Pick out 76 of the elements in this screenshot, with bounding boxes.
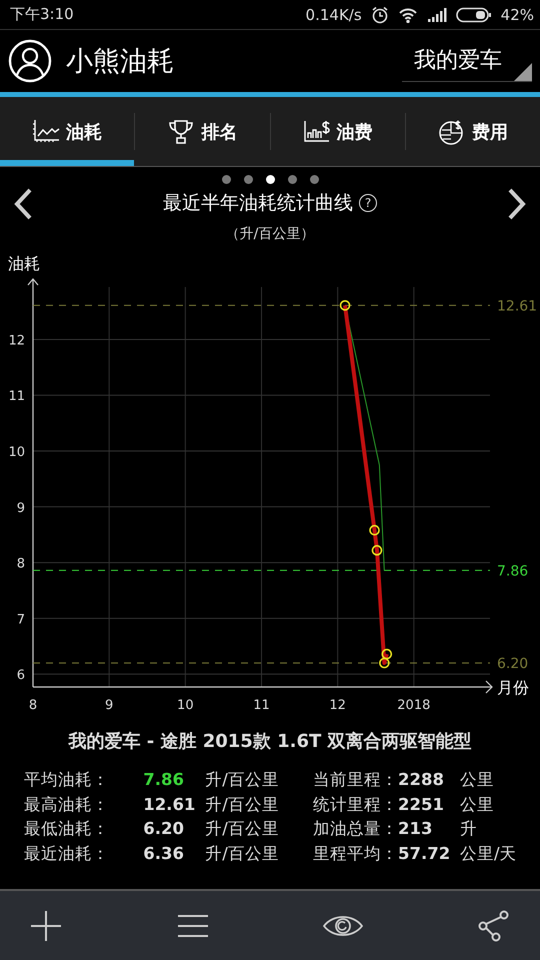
x-axis-label: 月份 (497, 678, 529, 697)
add-icon[interactable] (30, 910, 62, 942)
reference-label: 6.20 (497, 656, 528, 672)
battery-icon (456, 6, 492, 22)
chart-title: 最近半年油耗统计曲线 (163, 191, 353, 216)
chart-unit: （升/百公里） (224, 225, 316, 244)
network-speed: 0.14K/s (306, 6, 362, 24)
stat-unit: 升/百公里 (205, 842, 280, 864)
avatar-icon[interactable] (8, 39, 52, 83)
page-indicator-dot[interactable] (266, 175, 274, 184)
axis-tick-label: 11 (8, 389, 25, 404)
data-point (379, 658, 390, 668)
status-time: 下午3:10 (10, 5, 74, 24)
axis-tick-label: 10 (8, 445, 25, 460)
axis-tick-label: 9 (16, 500, 25, 516)
eye-icon[interactable] (323, 914, 364, 938)
stat-label: 最高油耗： (24, 794, 110, 816)
axis-tick-label: 2018 (397, 698, 430, 713)
data-point (382, 648, 392, 660)
page-indicator-dot[interactable] (288, 175, 296, 184)
stat-value: 12.61 (143, 794, 196, 816)
page-indicator-dot[interactable] (310, 175, 318, 184)
stat-value: 6.20 (143, 818, 185, 840)
help-icon[interactable]: ? (359, 194, 377, 212)
stat-unit: 升/百公里 (205, 794, 280, 816)
axis-tick-label: 11 (253, 698, 270, 713)
stat-label: 统计里程： (313, 794, 398, 816)
axis-tick-label: 12 (329, 698, 346, 713)
stat-value: 7.86 (143, 769, 185, 791)
tab[interactable]: 费用 (406, 97, 540, 166)
axis-tick-label: 8 (16, 556, 25, 572)
axis-tick-label: 12 (8, 333, 25, 348)
corner-triangle-icon (514, 62, 532, 80)
stat-label: 平均油耗： (24, 769, 110, 791)
alarm-icon (370, 6, 389, 24)
axis-tick-label: 6 (16, 668, 25, 684)
stat-unit: 公里 (460, 794, 495, 816)
axis-tick-label: 9 (105, 698, 114, 713)
stat-unit: 升/百公里 (205, 769, 280, 791)
stat-value: 213 (398, 818, 434, 840)
stat-unit: 升/百公里 (205, 818, 280, 840)
stat-value: 2251 (398, 794, 445, 816)
data-point (340, 300, 350, 311)
car-dropdown[interactable]: 我的爱车 (402, 40, 532, 82)
stat-label: 加油总量： (313, 818, 398, 840)
axis-tick-label: 10 (177, 698, 194, 713)
stat-label: 最近油耗： (24, 842, 110, 864)
stat-unit: 公里 (460, 769, 495, 791)
share-icon[interactable] (478, 910, 510, 942)
stat-value: 57.72 (398, 842, 452, 864)
tab[interactable]: 排名 (135, 97, 270, 166)
app-title: 小熊油耗 (66, 45, 175, 79)
stat-unit: 升 (460, 818, 478, 840)
battery-percent: 42% (500, 6, 534, 24)
signal-icon (426, 6, 447, 22)
page-indicator-dot[interactable] (222, 175, 230, 184)
stat-value: 2288 (398, 769, 445, 791)
data-point (369, 524, 380, 536)
axis-tick-label: 8 (28, 698, 38, 713)
reference-label: 12.61 (497, 298, 538, 314)
stat-label: 里程平均： (313, 842, 398, 864)
stat-unit: 公里/天 (460, 842, 517, 864)
trophy-icon (167, 118, 196, 146)
car-model-title: 我的爱车 - 途胜 2015款 1.6T 双离合两驱智能型 (67, 730, 473, 753)
menu-icon[interactable] (176, 914, 209, 938)
stat-value: 6.36 (143, 842, 185, 864)
wifi-icon (398, 6, 418, 22)
stat-label: 当前里程： (313, 769, 398, 791)
y-axis-label: 油耗 (8, 254, 40, 273)
reference-label: 7.86 (497, 563, 528, 580)
data-point (372, 545, 382, 556)
axis-tick-label: 7 (16, 612, 25, 628)
tab[interactable]: 油耗 (0, 97, 134, 166)
page-indicator-dot[interactable] (244, 175, 252, 184)
stat-label: 最低油耗： (24, 818, 110, 840)
tab[interactable]: 油费 (270, 97, 405, 166)
